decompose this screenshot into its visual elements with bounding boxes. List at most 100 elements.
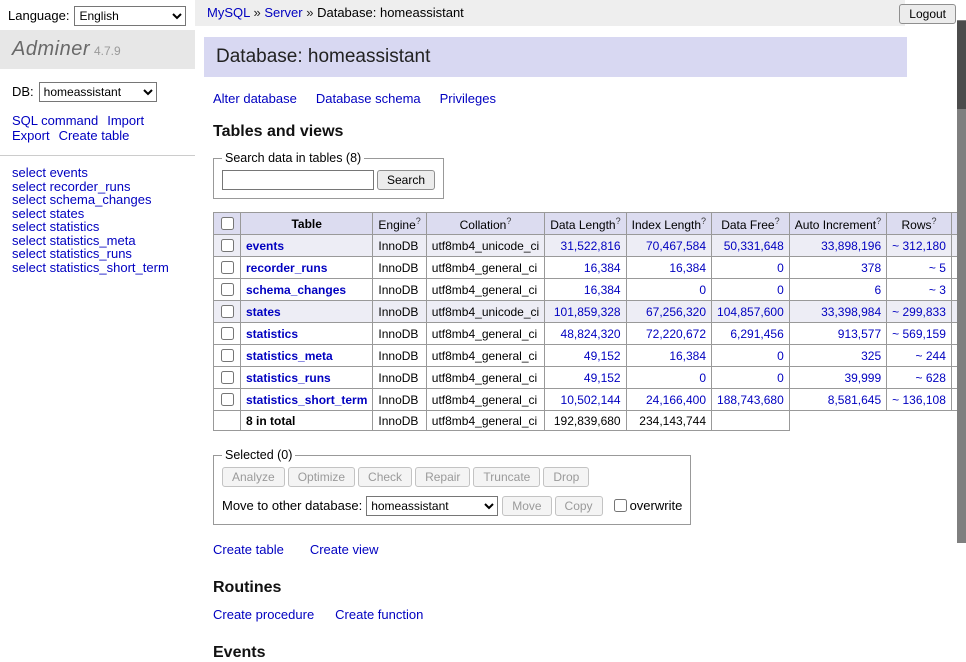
cell-data-free-link[interactable]: 0: [777, 261, 784, 275]
cell-index-length-link[interactable]: 16,384: [669, 349, 706, 363]
search-button[interactable]: Search: [377, 170, 435, 190]
sidebar-action-sql-command[interactable]: SQL command: [12, 113, 98, 128]
cell-index-length-link[interactable]: 0: [699, 371, 706, 385]
cell-data-length-link[interactable]: 16,384: [584, 261, 621, 275]
row-checkbox[interactable]: [221, 349, 234, 362]
cell-data-length-link[interactable]: 49,152: [584, 371, 621, 385]
sidebar-item-select-states[interactable]: select states: [12, 207, 183, 220]
cell-data-free-link[interactable]: 104,857,600: [717, 305, 784, 319]
select-all-checkbox[interactable]: [221, 217, 234, 230]
cell-data-length-link[interactable]: 49,152: [584, 349, 621, 363]
cell-rows-link[interactable]: ~ 299,833: [892, 305, 946, 319]
scrollbar[interactable]: [957, 20, 966, 543]
table-link-statistics_runs[interactable]: statistics_runs: [246, 371, 331, 385]
cell-index-length-link[interactable]: 24,166,400: [646, 393, 706, 407]
column-sort-link[interactable]: Data Length: [550, 218, 615, 232]
row-checkbox[interactable]: [221, 371, 234, 384]
column-sort-link[interactable]: Engine: [378, 218, 415, 232]
cell-auto-increment-link[interactable]: 378: [861, 261, 881, 275]
overwrite-checkbox[interactable]: [614, 499, 627, 512]
analyze-button[interactable]: Analyze: [222, 467, 285, 487]
row-checkbox[interactable]: [221, 327, 234, 340]
column-sort-link[interactable]: Rows: [902, 218, 932, 232]
sidebar-item-select-recorder_runs[interactable]: select recorder_runs: [12, 180, 183, 193]
cell-data-length-link[interactable]: 16,384: [584, 283, 621, 297]
cell-rows-link[interactable]: ~ 136,108: [892, 393, 946, 407]
table-link-states[interactable]: states: [246, 305, 281, 319]
copy-button[interactable]: Copy: [555, 496, 603, 516]
check-button[interactable]: Check: [358, 467, 412, 487]
cell-data-length-link[interactable]: 31,522,816: [561, 239, 621, 253]
cell-rows-link[interactable]: ~ 3: [929, 283, 946, 297]
help-icon[interactable]: ?: [775, 216, 780, 226]
row-checkbox[interactable]: [221, 283, 234, 296]
scrollbar-thumb[interactable]: [957, 21, 966, 109]
move-database-select[interactable]: homeassistant: [366, 496, 498, 516]
column-sort-link[interactable]: Collation: [460, 218, 507, 232]
help-icon[interactable]: ?: [876, 216, 881, 226]
link-create-view[interactable]: Create view: [310, 542, 379, 557]
row-checkbox[interactable]: [221, 239, 234, 252]
sidebar-action-export[interactable]: Export: [12, 128, 50, 143]
cell-rows-link[interactable]: ~ 569,159: [892, 327, 946, 341]
sidebar-action-import[interactable]: Import: [107, 113, 144, 128]
nav-link-alter-database[interactable]: Alter database: [213, 91, 297, 106]
table-link-events[interactable]: events: [246, 239, 284, 253]
cell-data-free-link[interactable]: 0: [777, 349, 784, 363]
nav-link-database-schema[interactable]: Database schema: [316, 91, 421, 106]
optimize-button[interactable]: Optimize: [288, 467, 355, 487]
table-link-statistics[interactable]: statistics: [246, 327, 298, 341]
repair-button[interactable]: Repair: [415, 467, 470, 487]
table-link-statistics_meta[interactable]: statistics_meta: [246, 349, 333, 363]
cell-data-length-link[interactable]: 101,859,328: [554, 305, 621, 319]
table-link-schema_changes[interactable]: schema_changes: [246, 283, 346, 297]
logout-button[interactable]: Logout: [899, 4, 956, 24]
drop-button[interactable]: Drop: [543, 467, 589, 487]
help-icon[interactable]: ?: [506, 216, 511, 226]
cell-data-free-link[interactable]: 50,331,648: [724, 239, 784, 253]
cell-data-free-link[interactable]: 0: [777, 283, 784, 297]
cell-rows-link[interactable]: ~ 5: [929, 261, 946, 275]
column-sort-link[interactable]: Index Length: [632, 218, 701, 232]
row-checkbox[interactable]: [221, 305, 234, 318]
sidebar-item-select-statistics_meta[interactable]: select statistics_meta: [12, 234, 183, 247]
cell-auto-increment-link[interactable]: 39,999: [844, 371, 881, 385]
cell-index-length-link[interactable]: 72,220,672: [646, 327, 706, 341]
help-icon[interactable]: ?: [932, 216, 937, 226]
cell-data-free-link[interactable]: 6,291,456: [730, 327, 783, 341]
truncate-button[interactable]: Truncate: [473, 467, 540, 487]
move-button[interactable]: Move: [502, 496, 551, 516]
cell-auto-increment-link[interactable]: 8,581,645: [828, 393, 881, 407]
cell-data-length-link[interactable]: 48,824,320: [561, 327, 621, 341]
help-icon[interactable]: ?: [701, 216, 706, 226]
cell-data-free-link[interactable]: 188,743,680: [717, 393, 784, 407]
column-sort-link[interactable]: Table: [291, 217, 321, 231]
cell-index-length-link[interactable]: 0: [699, 283, 706, 297]
sidebar-item-select-events[interactable]: select events: [12, 166, 183, 179]
breadcrumb-link[interactable]: MySQL: [207, 5, 250, 20]
row-checkbox[interactable]: [221, 261, 234, 274]
cell-auto-increment-link[interactable]: 6: [874, 283, 881, 297]
sidebar-item-select-statistics_short_term[interactable]: select statistics_short_term: [12, 261, 183, 274]
help-icon[interactable]: ?: [416, 216, 421, 226]
cell-index-length-link[interactable]: 16,384: [669, 261, 706, 275]
sidebar-item-select-statistics_runs[interactable]: select statistics_runs: [12, 247, 183, 260]
cell-data-length-link[interactable]: 10,502,144: [561, 393, 621, 407]
cell-auto-increment-link[interactable]: 33,898,196: [821, 239, 881, 253]
sidebar-action-create-table[interactable]: Create table: [59, 128, 130, 143]
row-checkbox[interactable]: [221, 393, 234, 406]
cell-auto-increment-link[interactable]: 33,398,984: [821, 305, 881, 319]
cell-rows-link[interactable]: ~ 312,180: [892, 239, 946, 253]
search-input[interactable]: [222, 170, 374, 190]
cell-index-length-link[interactable]: 67,256,320: [646, 305, 706, 319]
language-select[interactable]: English: [74, 6, 186, 26]
breadcrumb-link[interactable]: Server: [264, 5, 302, 20]
link-create-function[interactable]: Create function: [335, 607, 423, 622]
sidebar-item-select-statistics[interactable]: select statistics: [12, 220, 183, 233]
sidebar-item-select-schema_changes[interactable]: select schema_changes: [12, 193, 183, 206]
link-create-procedure[interactable]: Create procedure: [213, 607, 314, 622]
help-icon[interactable]: ?: [616, 216, 621, 226]
column-sort-link[interactable]: Data Free: [721, 218, 774, 232]
cell-auto-increment-link[interactable]: 325: [861, 349, 881, 363]
cell-rows-link[interactable]: ~ 628: [916, 371, 946, 385]
